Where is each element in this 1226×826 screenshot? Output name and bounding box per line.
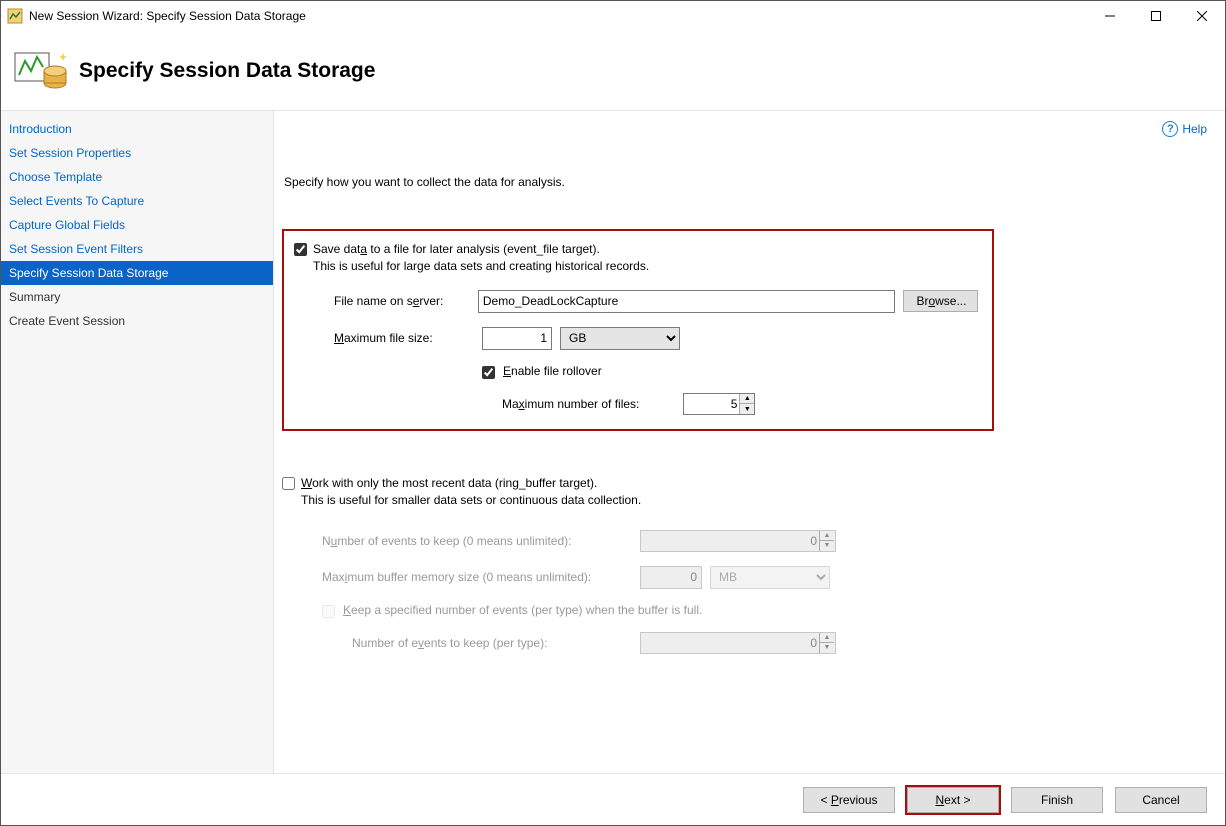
- sidebar-item-introduction[interactable]: Introduction: [1, 117, 273, 141]
- sidebar-item-set-filters[interactable]: Set Session Event Filters: [1, 237, 273, 261]
- spinner-up-icon: ▲: [820, 633, 834, 644]
- per-type-spinner: ▲▼: [640, 632, 836, 654]
- maximize-button[interactable]: [1133, 1, 1179, 31]
- filename-label: File name on server:: [334, 294, 470, 308]
- max-size-label: Maximum file size:: [334, 331, 474, 345]
- next-button[interactable]: Next >: [907, 787, 999, 813]
- cancel-button[interactable]: Cancel: [1115, 787, 1207, 813]
- max-mem-input: [640, 566, 702, 589]
- keep-events-checkbox: [322, 605, 335, 618]
- content: ? Help Specify how you want to collect t…: [274, 111, 1225, 773]
- help-link[interactable]: ? Help: [1162, 121, 1207, 137]
- ring-buffer-label: Work with only the most recent data (rin…: [301, 475, 641, 510]
- filename-input[interactable]: [478, 290, 896, 313]
- header: Specify Session Data Storage: [1, 31, 1225, 111]
- spinner-down-icon: ▼: [820, 541, 834, 551]
- rollover-checkbox[interactable]: [482, 366, 495, 379]
- spinner-up-icon[interactable]: ▲: [740, 394, 754, 405]
- max-size-input[interactable]: [482, 327, 552, 350]
- sidebar-item-create-session[interactable]: Create Event Session: [1, 309, 273, 333]
- save-file-label: Save data to a file for later analysis (…: [313, 241, 649, 276]
- per-type-input: [641, 633, 819, 653]
- sidebar-item-specify-storage[interactable]: Specify Session Data Storage: [1, 261, 273, 285]
- help-label: Help: [1182, 122, 1207, 136]
- ring-buffer-group: Work with only the most recent data (rin…: [282, 475, 1205, 654]
- close-button[interactable]: [1179, 1, 1225, 31]
- sidebar-item-choose-template[interactable]: Choose Template: [1, 165, 273, 189]
- max-files-input[interactable]: [684, 394, 739, 414]
- num-events-label: Number of events to keep (0 means unlimi…: [322, 534, 632, 548]
- titlebar: New Session Wizard: Specify Session Data…: [1, 1, 1225, 31]
- window-title: New Session Wizard: Specify Session Data…: [29, 9, 306, 23]
- max-files-spinner[interactable]: ▲▼: [683, 393, 755, 415]
- sidebar-item-capture-global-fields[interactable]: Capture Global Fields: [1, 213, 273, 237]
- window: New Session Wizard: Specify Session Data…: [0, 0, 1226, 826]
- app-icon: [7, 8, 23, 24]
- save-file-group: Save data to a file for later analysis (…: [282, 229, 994, 431]
- sidebar-item-set-session-properties[interactable]: Set Session Properties: [1, 141, 273, 165]
- num-events-spinner: ▲▼: [640, 530, 836, 552]
- help-icon: ?: [1162, 121, 1178, 137]
- size-unit-select[interactable]: GB: [560, 327, 680, 350]
- rollover-label: Enable file rollover: [503, 364, 602, 378]
- ring-buffer-checkbox[interactable]: [282, 477, 295, 490]
- sidebar-item-summary[interactable]: Summary: [1, 285, 273, 309]
- intro-text: Specify how you want to collect the data…: [284, 175, 1205, 189]
- per-type-label: Number of events to keep (per type):: [352, 636, 632, 650]
- page-title: Specify Session Data Storage: [79, 59, 375, 83]
- finish-button[interactable]: Finish: [1011, 787, 1103, 813]
- spinner-down-icon: ▼: [820, 643, 834, 653]
- minimize-button[interactable]: [1087, 1, 1133, 31]
- spinner-down-icon[interactable]: ▼: [740, 404, 754, 414]
- sidebar-item-select-events[interactable]: Select Events To Capture: [1, 189, 273, 213]
- mem-unit-select: MB: [710, 566, 830, 589]
- max-files-label: Maximum number of files:: [502, 397, 639, 411]
- footer: < Previous Next > Finish Cancel: [1, 773, 1225, 825]
- spinner-up-icon: ▲: [820, 531, 834, 542]
- previous-button[interactable]: < Previous: [803, 787, 895, 813]
- wizard-icon: [13, 47, 69, 95]
- num-events-input: [641, 531, 819, 551]
- max-mem-label: Maximum buffer memory size (0 means unli…: [322, 570, 632, 584]
- browse-button[interactable]: Browse...: [903, 290, 978, 312]
- save-file-checkbox[interactable]: [294, 243, 307, 256]
- sidebar: Introduction Set Session Properties Choo…: [1, 111, 274, 773]
- keep-events-label: Keep a specified number of events (per t…: [343, 603, 702, 617]
